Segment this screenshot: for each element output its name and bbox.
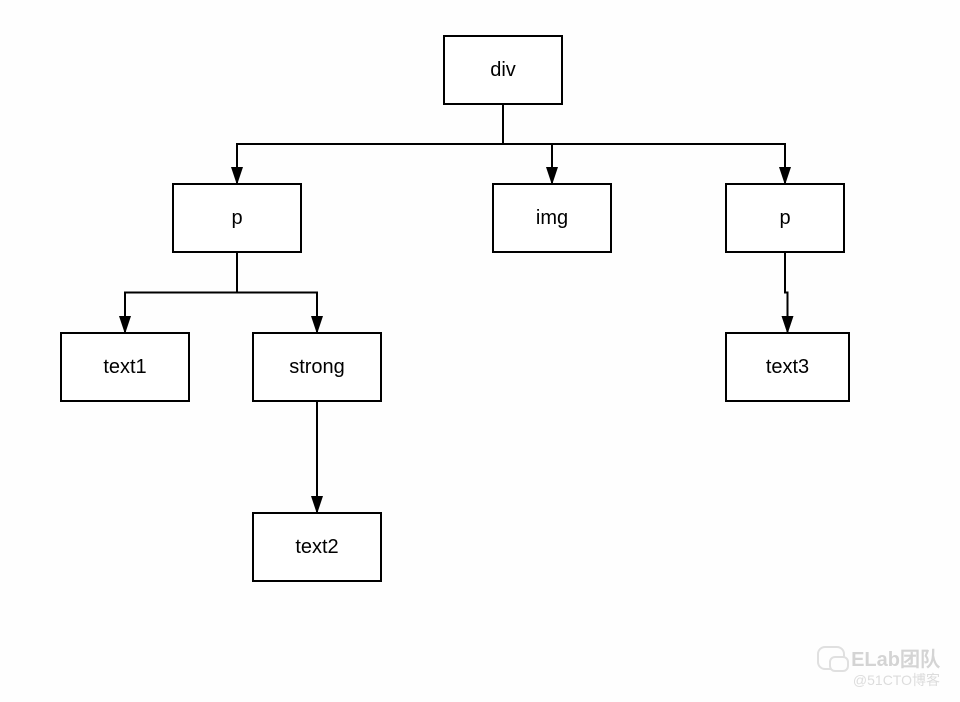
node-text3: text3 xyxy=(725,332,850,402)
node-strong: strong xyxy=(252,332,382,402)
watermark-label: ELab团队 xyxy=(851,643,940,672)
node-img: img xyxy=(492,183,612,253)
node-div: div xyxy=(443,35,563,105)
watermark-sub: @51CTO博客 xyxy=(853,670,940,690)
watermark: ELab团队 xyxy=(817,643,940,672)
node-p-right: p xyxy=(725,183,845,253)
node-text2: text2 xyxy=(252,512,382,582)
wechat-icon xyxy=(817,646,845,670)
node-p-left: p xyxy=(172,183,302,253)
node-text1: text1 xyxy=(60,332,190,402)
